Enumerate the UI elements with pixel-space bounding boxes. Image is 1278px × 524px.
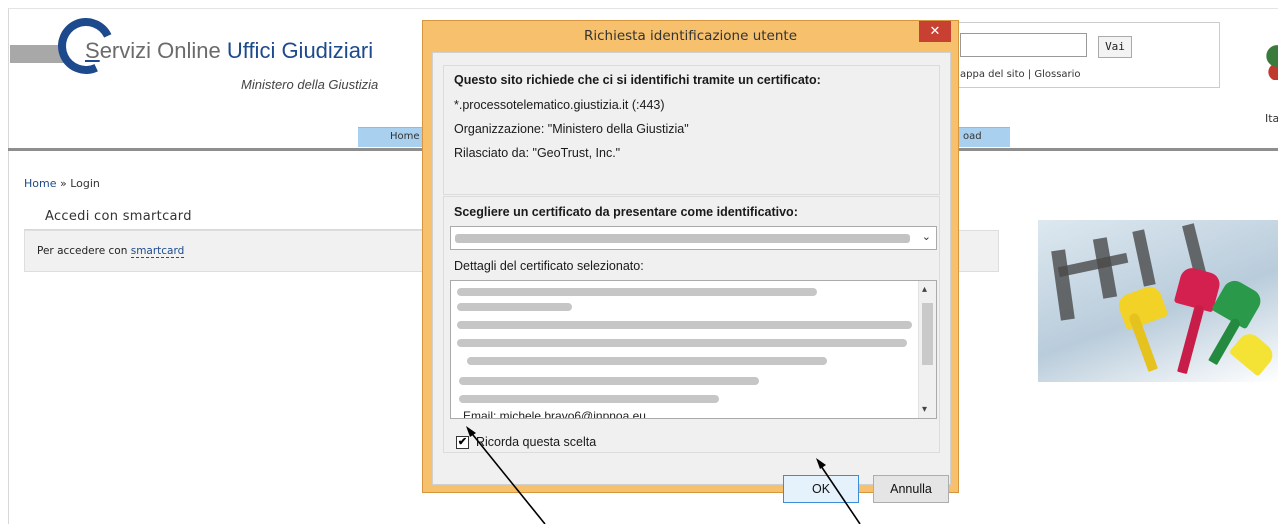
breadcrumb: Home » Login xyxy=(24,177,100,190)
breadcrumb-separator: » xyxy=(56,177,71,190)
scroll-up-icon[interactable]: ▴ xyxy=(922,284,927,295)
info-prefix: Per accedere con xyxy=(37,245,131,257)
redacted-line xyxy=(467,357,827,365)
smartcard-link[interactable]: smartcard xyxy=(130,245,185,258)
dialog-body: Questo sito richiede che ci si identific… xyxy=(432,52,951,503)
smartcard-keys-image xyxy=(1038,220,1278,382)
info-text: Per accedere con smartcard xyxy=(37,245,185,258)
redacted-line xyxy=(457,339,907,347)
close-button[interactable]: ✕ xyxy=(919,21,951,42)
nav-home-link[interactable]: Home xyxy=(390,131,420,142)
page-title: Accedi con smartcard xyxy=(45,209,192,224)
details-email-line: Email: michele.bravo6@inpnoa.eu xyxy=(463,409,646,419)
certificate-select[interactable]: ⌄ xyxy=(450,226,937,250)
site-subtitle: Ministero della Giustizia xyxy=(241,77,379,92)
site-title-part1: ervizi Online xyxy=(99,38,227,63)
nav-download-link[interactable]: oad xyxy=(963,131,982,142)
redacted-line xyxy=(457,303,572,311)
scrollbar-thumb[interactable] xyxy=(922,303,933,365)
site-title[interactable]: Servizi Online Uffici Giudiziari xyxy=(85,38,373,64)
remember-checkbox[interactable]: ✔ xyxy=(456,436,469,449)
redacted-certificate-name xyxy=(455,234,910,243)
details-heading: Dettagli del certificato selezionato: xyxy=(454,259,644,273)
top-links[interactable]: appa del sito | Glossario xyxy=(960,69,1081,80)
issuer-text: Rilasciato da: "GeoTrust, Inc." xyxy=(454,146,621,160)
emblem-icon xyxy=(1266,40,1278,80)
redacted-line xyxy=(457,288,817,296)
site-title-part2: Uffici Giudiziari xyxy=(226,38,374,63)
search-input[interactable] xyxy=(960,33,1087,57)
request-heading: Questo sito richiede che ci si identific… xyxy=(454,73,821,87)
details-scrollbar[interactable]: ▴ ▾ xyxy=(918,281,936,418)
redacted-line xyxy=(459,377,759,385)
remember-label[interactable]: Ricorda questa scelta xyxy=(476,435,596,449)
ok-button[interactable]: OK xyxy=(783,475,859,503)
redacted-line xyxy=(457,321,912,329)
breadcrumb-home[interactable]: Home xyxy=(24,177,56,190)
organization-text: Organizzazione: "Ministero della Giustiz… xyxy=(454,122,689,136)
site-title-initial: S xyxy=(85,38,100,63)
search-button[interactable]: Vai xyxy=(1098,36,1132,58)
chevron-down-icon[interactable]: ⌄ xyxy=(922,230,931,243)
emblem-label: Ita xyxy=(1265,112,1278,125)
cancel-button[interactable]: Annulla xyxy=(873,475,949,503)
scroll-down-icon[interactable]: ▾ xyxy=(922,404,927,415)
certificate-dialog: Richiesta identificazione utente ✕ Quest… xyxy=(422,20,959,503)
breadcrumb-current: Login xyxy=(70,177,100,190)
redacted-line xyxy=(459,395,719,403)
dialog-title: Richiesta identificazione utente xyxy=(583,28,798,44)
choose-heading: Scegliere un certificato da presentare c… xyxy=(454,205,798,219)
certificate-details[interactable]: Email: michele.bravo6@inpnoa.eu ▴ ▾ xyxy=(450,280,937,419)
host-text: *.processotelematico.giustizia.it (:443) xyxy=(454,98,665,112)
